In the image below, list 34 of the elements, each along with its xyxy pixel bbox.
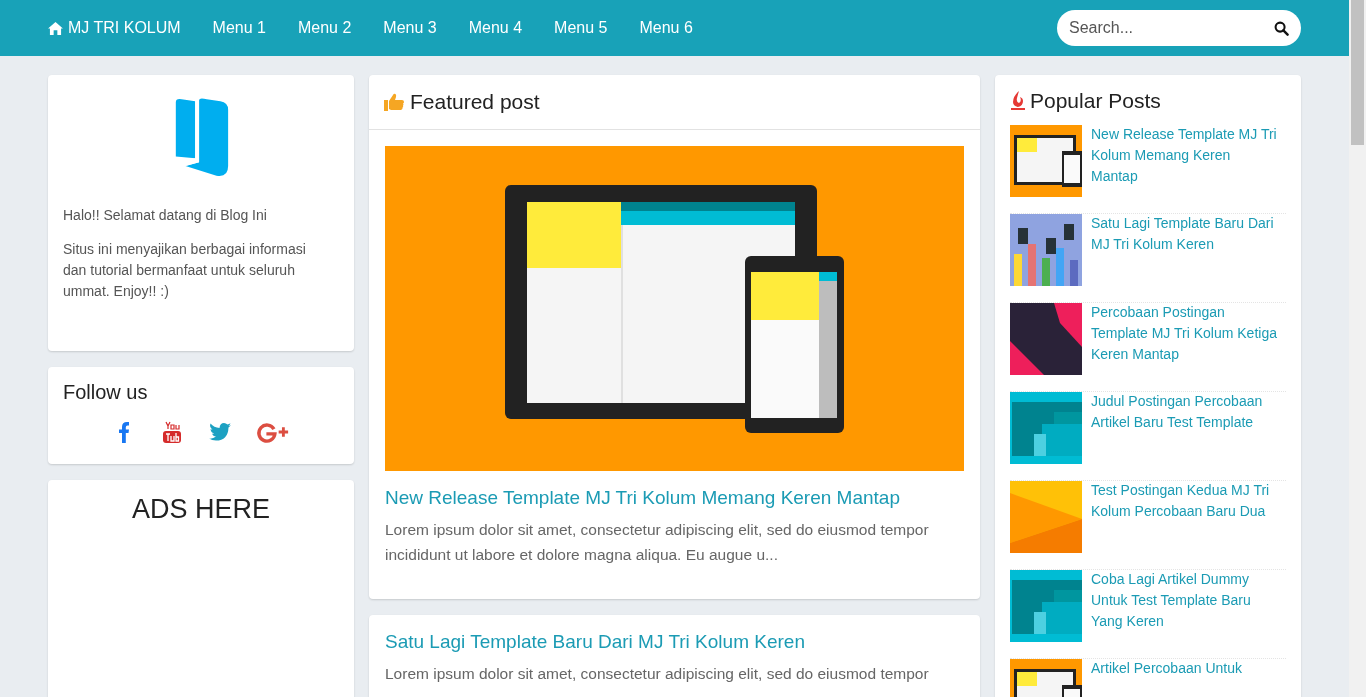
scrollbar-thumb[interactable]: [1351, 0, 1364, 145]
thumbs-up-icon: [384, 93, 404, 111]
menu-link[interactable]: Menu 1: [196, 19, 282, 37]
scrollbar[interactable]: [1349, 0, 1366, 697]
follow-heading: Follow us: [63, 381, 149, 404]
brand-link[interactable]: MJ TRI KOLUM: [48, 19, 181, 37]
menu-link[interactable]: Menu 5: [538, 19, 624, 37]
search-field[interactable]: Search...: [1057, 10, 1301, 46]
youtube-icon[interactable]: [160, 420, 184, 444]
popular-post-link[interactable]: New Release Template MJ Tri Kolum Memang Keren Mantap: [1091, 124, 1286, 196]
search-icon[interactable]: [1274, 21, 1289, 36]
popular-post-link[interactable]: Judul Postingan Percobaan Artikel Baru Test Template: [1091, 391, 1286, 463]
fire-icon: [1010, 91, 1026, 111]
description-text: Situs ini menyajikan berbagai informasi dan tutorial bermanfaat untuk seluruh ummat. Enjoy!! :): [63, 240, 307, 301]
post-title-link[interactable]: Satu Lagi Template Baru Dari MJ Tri Kolum Keren: [385, 631, 964, 653]
menu-link[interactable]: Menu 6: [623, 19, 709, 37]
menu-link[interactable]: Menu 4: [452, 19, 539, 37]
post-title-link[interactable]: New Release Template MJ Tri Kolum Memang Keren Mantap: [385, 487, 964, 509]
post-excerpt: Lorem ipsum dolor sit amet, consectetur adipiscing elit, sed do eiusmod tempor: [385, 664, 930, 684]
popular-post-link[interactable]: Test Postingan Kedua MJ Tri Kolum Percobaan Baru Dua: [1091, 480, 1286, 552]
google-plus-icon[interactable]: [256, 420, 290, 444]
popular-heading: Popular Posts: [1030, 89, 1161, 113]
ads-heading: ADS HERE: [130, 494, 271, 525]
popular-post-link[interactable]: Percobaan Postingan Template MJ Tri Kolum Ketiga Keren Mantap: [1091, 302, 1286, 374]
home-icon: [48, 21, 63, 35]
featured-heading: Featured post: [410, 90, 540, 114]
greeting-text: Halo!! Selamat datang di Blog Ini: [63, 206, 268, 225]
menu-link[interactable]: Menu 2: [282, 19, 368, 37]
popular-post-link[interactable]: Artikel Percobaan Untuk: [1091, 658, 1248, 697]
popular-post-link[interactable]: Coba Lagi Artikel Dummy Untuk Test Template Baru Yang Keren: [1091, 569, 1286, 641]
post-excerpt: Lorem ipsum dolor sit amet, consectetur adipiscing elit, sed do eiusmod tempor incididunt ut labore et dolore magna aliqua. Eu augue u...: [385, 520, 930, 565]
menu-link[interactable]: Menu 3: [367, 19, 453, 37]
popular-post-link[interactable]: Satu Lagi Template Baru Dari MJ Tri Kolum Keren: [1091, 213, 1286, 285]
twitter-icon[interactable]: [208, 420, 232, 444]
